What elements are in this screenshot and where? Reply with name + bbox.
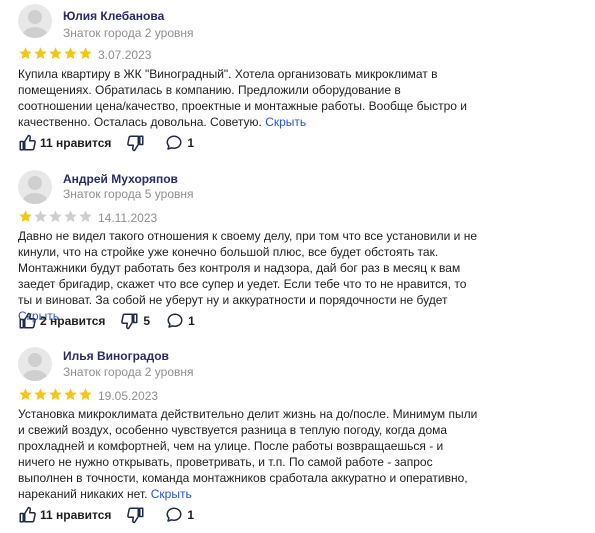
thumbs-up-icon bbox=[18, 312, 40, 330]
star-filled-icon bbox=[78, 387, 93, 402]
comments-button[interactable]: 1 bbox=[166, 312, 195, 330]
rating-stars bbox=[18, 387, 93, 402]
review-body: Давно не видел такого отношения к своему… bbox=[18, 229, 478, 307]
reviewer-name[interactable]: Юлия Клебанова bbox=[63, 9, 164, 23]
dislike-button[interactable]: 5 bbox=[121, 312, 150, 330]
star-filled-icon bbox=[48, 46, 63, 61]
dislike-button[interactable] bbox=[127, 134, 149, 152]
review-body: Установка микроклимата действительно дел… bbox=[18, 407, 478, 501]
likes-count: 11 нравится bbox=[40, 508, 112, 522]
star-empty-icon bbox=[48, 209, 63, 224]
review-text: Установка микроклимата действительно дел… bbox=[18, 406, 478, 502]
review-actions: 11 нравится 1 bbox=[18, 134, 210, 152]
star-filled-icon bbox=[48, 387, 63, 402]
star-empty-icon bbox=[78, 209, 93, 224]
reviewer-name[interactable]: Андрей Мухоряпов bbox=[63, 172, 178, 186]
review-body: Купила квартиру в ЖК "Виноградный". Хоте… bbox=[18, 67, 467, 129]
star-filled-icon bbox=[33, 387, 48, 402]
comments-count: 1 bbox=[187, 508, 195, 522]
likes-count: 11 нравится bbox=[40, 136, 112, 150]
comments-button[interactable]: 1 bbox=[165, 506, 194, 524]
dislikes-count: 5 bbox=[143, 314, 151, 328]
comment-icon bbox=[165, 134, 187, 152]
star-filled-icon bbox=[78, 46, 93, 61]
star-filled-icon bbox=[18, 46, 33, 61]
thumbs-up-icon bbox=[18, 506, 40, 524]
star-filled-icon bbox=[63, 387, 78, 402]
thumbs-down-icon bbox=[127, 134, 149, 152]
review-actions: 2 нравится 5 1 bbox=[18, 312, 211, 330]
comments-button[interactable]: 1 bbox=[165, 134, 194, 152]
avatar[interactable] bbox=[18, 170, 52, 204]
rating-stars bbox=[18, 46, 93, 61]
review-date: 14.11.2023 bbox=[98, 211, 158, 225]
star-empty-icon bbox=[63, 209, 78, 224]
star-filled-icon bbox=[33, 46, 48, 61]
comment-icon bbox=[165, 506, 187, 524]
comments-count: 1 bbox=[188, 314, 195, 328]
review-actions: 11 нравится 1 bbox=[18, 506, 210, 524]
rating-stars bbox=[18, 209, 93, 224]
review-text: Купила квартиру в ЖК "Виноградный". Хоте… bbox=[18, 66, 478, 130]
dislike-button[interactable] bbox=[127, 506, 149, 524]
hide-link[interactable]: Скрыть bbox=[265, 115, 306, 129]
thumbs-up-icon bbox=[18, 134, 40, 152]
star-filled-icon bbox=[18, 387, 33, 402]
reviewer-level: Знаток города 5 уровня bbox=[63, 187, 194, 201]
reviewer-level: Знаток города 2 уровня bbox=[63, 365, 194, 379]
star-filled-icon bbox=[63, 46, 78, 61]
review-date: 19.05.2023 bbox=[98, 389, 159, 403]
like-button[interactable]: 11 нравится bbox=[18, 506, 111, 524]
star-empty-icon bbox=[33, 209, 48, 224]
like-button[interactable]: 11 нравится bbox=[18, 134, 111, 152]
avatar[interactable] bbox=[18, 347, 52, 381]
thumbs-down-icon bbox=[127, 506, 149, 524]
review-date: 3.07.2023 bbox=[98, 48, 152, 62]
avatar[interactable] bbox=[18, 4, 52, 38]
hide-link[interactable]: Скрыть bbox=[151, 487, 192, 501]
comments-count: 1 bbox=[187, 136, 195, 150]
comment-icon bbox=[166, 312, 188, 330]
thumbs-down-icon bbox=[121, 312, 143, 330]
likes-count: 2 нравится bbox=[40, 314, 106, 328]
reviewer-level: Знаток города 2 уровня bbox=[63, 26, 194, 40]
star-filled-icon bbox=[18, 209, 33, 224]
like-button[interactable]: 2 нравится bbox=[18, 312, 105, 330]
reviewer-name[interactable]: Илья Виноградов bbox=[63, 349, 169, 363]
review-text: Давно не видел такого отношения к своему… bbox=[18, 228, 478, 324]
